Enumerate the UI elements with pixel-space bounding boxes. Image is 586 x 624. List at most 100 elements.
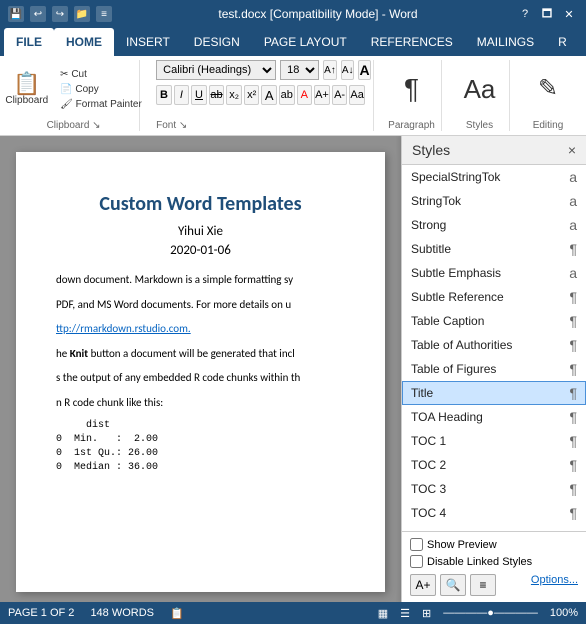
style-item-strong[interactable]: Stronga	[402, 213, 586, 237]
cut-button[interactable]: ✂ Cut	[56, 68, 146, 81]
undo-icon[interactable]: ↩	[30, 6, 46, 22]
close-button[interactable]: ✕	[560, 5, 578, 23]
ribbon: 📋 Clipboard ✂ Cut 📄 Copy 🖌 Format Painte…	[0, 56, 586, 136]
style-item-name: Subtitle	[411, 242, 565, 256]
title-bar: 💾 ↩ ↪ 📁 ≡ test.docx [Compatibility Mode]…	[0, 0, 586, 28]
view-icon-3[interactable]: ⊞	[422, 607, 431, 620]
help-button[interactable]: ?	[516, 5, 534, 23]
font-size-select[interactable]: 18	[280, 60, 319, 80]
font-color-button[interactable]: A	[297, 85, 313, 105]
clipboard-label: Clipboard ↘	[47, 118, 101, 131]
underline-button[interactable]: U	[191, 85, 207, 105]
font-size-dec-button[interactable]: A-	[332, 85, 348, 105]
style-item-toc-2[interactable]: TOC 2¶	[402, 453, 586, 477]
style-item-specialstringtok[interactable]: SpecialStringToka	[402, 165, 586, 189]
style-item-indicator: ¶	[569, 481, 577, 497]
disable-linked-input[interactable]	[410, 555, 423, 568]
editing-button[interactable]: ✎	[534, 75, 562, 103]
paragraph-group: ¶ Paragraph	[382, 60, 442, 131]
format-buttons: B I U ab x₂ x² A ab A A+ A- Aa	[156, 85, 365, 105]
font-grow-button[interactable]: A↑	[323, 60, 337, 80]
font-group: Calibri (Headings) 18 A↑ A↓ A B I U ab x…	[148, 60, 374, 131]
document-title: Custom Word Templates	[56, 192, 345, 216]
strikethrough-button[interactable]: ab	[209, 85, 225, 105]
disable-linked-checkbox[interactable]: Disable Linked Styles	[410, 555, 578, 568]
tab-home[interactable]: HOME	[54, 28, 114, 56]
style-item-toc-4[interactable]: TOC 4¶	[402, 501, 586, 525]
tab-extra[interactable]: R	[546, 28, 579, 56]
tab-mailings[interactable]: MAILINGS	[465, 28, 546, 56]
styles-group: Aa Styles	[450, 60, 510, 131]
copy-button[interactable]: 📄 Copy	[56, 83, 146, 96]
font-name-row: Calibri (Headings) 18 A↑ A↓ A	[156, 60, 365, 80]
view-icon-1[interactable]: ▦	[378, 607, 388, 620]
font-size-inc-button[interactable]: A+	[314, 85, 330, 105]
style-item-toc-1[interactable]: TOC 1¶	[402, 429, 586, 453]
document-body: down document. Markdown is a simple form…	[56, 272, 345, 475]
style-item-name: Table of Authorities	[411, 338, 565, 352]
title-bar-icons: 💾 ↩ ↪ 📁 ≡	[8, 6, 112, 22]
style-item-subtle-emphasis[interactable]: Subtle Emphasisa	[402, 261, 586, 285]
styles-panel-close-button[interactable]: ×	[568, 142, 576, 158]
paragraph-button[interactable]: ¶	[400, 73, 423, 105]
maximize-button[interactable]: 🗖	[538, 5, 556, 23]
text-effects-button[interactable]: A	[261, 85, 277, 105]
zoom-slider[interactable]: ————●————	[443, 607, 538, 619]
paste-button[interactable]: 📋 Clipboard	[1, 71, 52, 108]
superscript-button[interactable]: x²	[244, 85, 260, 105]
style-item-name: TOC 1	[411, 434, 565, 448]
tab-page-layout[interactable]: PAGE LAYOUT	[252, 28, 359, 56]
style-item-name: TOC 2	[411, 458, 565, 472]
file-icon[interactable]: 📁	[74, 6, 90, 22]
inspector-button[interactable]: 🔍	[440, 574, 466, 596]
styles-panel-title: Styles	[412, 142, 450, 158]
doc-check-icon: 📋	[170, 607, 184, 620]
main-area: Custom Word Templates Yihui Xie 2020-01-…	[0, 136, 586, 602]
editing-content: ✎	[534, 60, 562, 118]
styles-panel-footer: Show Preview Disable Linked Styles A+ 🔍 …	[402, 531, 586, 602]
change-case-button[interactable]: Aa	[349, 85, 365, 105]
style-item-indicator: ¶	[569, 241, 577, 257]
style-item-indicator: a	[569, 265, 577, 281]
word-count: 148 WORDS	[90, 607, 154, 619]
show-preview-input[interactable]	[410, 538, 423, 551]
status-bar: PAGE 1 OF 2 148 WORDS 📋 ▦ ☰ ⊞ ————●———— …	[0, 602, 586, 624]
italic-button[interactable]: I	[174, 85, 190, 105]
style-item-title[interactable]: Title¶	[402, 381, 586, 405]
subscript-button[interactable]: x₂	[226, 85, 242, 105]
paragraph-label: Paragraph	[388, 118, 435, 131]
style-item-subtle-reference[interactable]: Subtle Reference¶	[402, 285, 586, 309]
page-indicator: PAGE 1 OF 2	[8, 607, 74, 619]
font-shrink-button[interactable]: A↓	[341, 60, 355, 80]
tab-design[interactable]: DESIGN	[182, 28, 252, 56]
show-preview-checkbox[interactable]: Show Preview	[410, 538, 578, 551]
styles-button[interactable]: Aa	[460, 74, 500, 104]
style-item-subtitle[interactable]: Subtitle ¶	[402, 237, 586, 261]
style-item-stringtok[interactable]: StringToka	[402, 189, 586, 213]
style-item-table-caption[interactable]: Table Caption¶	[402, 309, 586, 333]
document-page: Custom Word Templates Yihui Xie 2020-01-…	[16, 152, 385, 592]
tab-file[interactable]: FILE	[4, 28, 54, 56]
tab-references[interactable]: REFERENCES	[359, 28, 465, 56]
text-highlight-button[interactable]: ab	[279, 85, 295, 105]
clear-format-button[interactable]: A	[358, 60, 370, 80]
font-name-select[interactable]: Calibri (Headings)	[156, 60, 276, 80]
redo-icon[interactable]: ↪	[52, 6, 68, 22]
doc-link[interactable]: ttp://rmarkdown.rstudio.com.	[56, 322, 191, 335]
view-icon-2[interactable]: ☰	[400, 607, 410, 620]
tab-insert[interactable]: INSERT	[114, 28, 182, 56]
save-icon[interactable]: 💾	[8, 6, 24, 22]
new-style-button[interactable]: A+	[410, 574, 436, 596]
style-item-toa-heading[interactable]: TOA Heading¶	[402, 405, 586, 429]
bold-button[interactable]: B	[156, 85, 172, 105]
doc-code-block: dist 0 Min. : 2.00 0 1st Qu.: 26.00 0 Me…	[56, 419, 345, 475]
style-item-table-of-figures[interactable]: Table of Figures¶	[402, 357, 586, 381]
document-area[interactable]: Custom Word Templates Yihui Xie 2020-01-…	[0, 136, 401, 602]
style-item-toc-3[interactable]: TOC 3¶	[402, 477, 586, 501]
menu-icon[interactable]: ≡	[96, 6, 112, 22]
manage-styles-button[interactable]: ≡	[470, 574, 496, 596]
style-item-table-of-authorities[interactable]: Table of Authorities¶	[402, 333, 586, 357]
format-painter-button[interactable]: 🖌 Format Painter	[56, 98, 146, 111]
doc-para-1: down document. Markdown is a simple form…	[56, 272, 345, 289]
options-button[interactable]: Options...	[531, 574, 578, 596]
